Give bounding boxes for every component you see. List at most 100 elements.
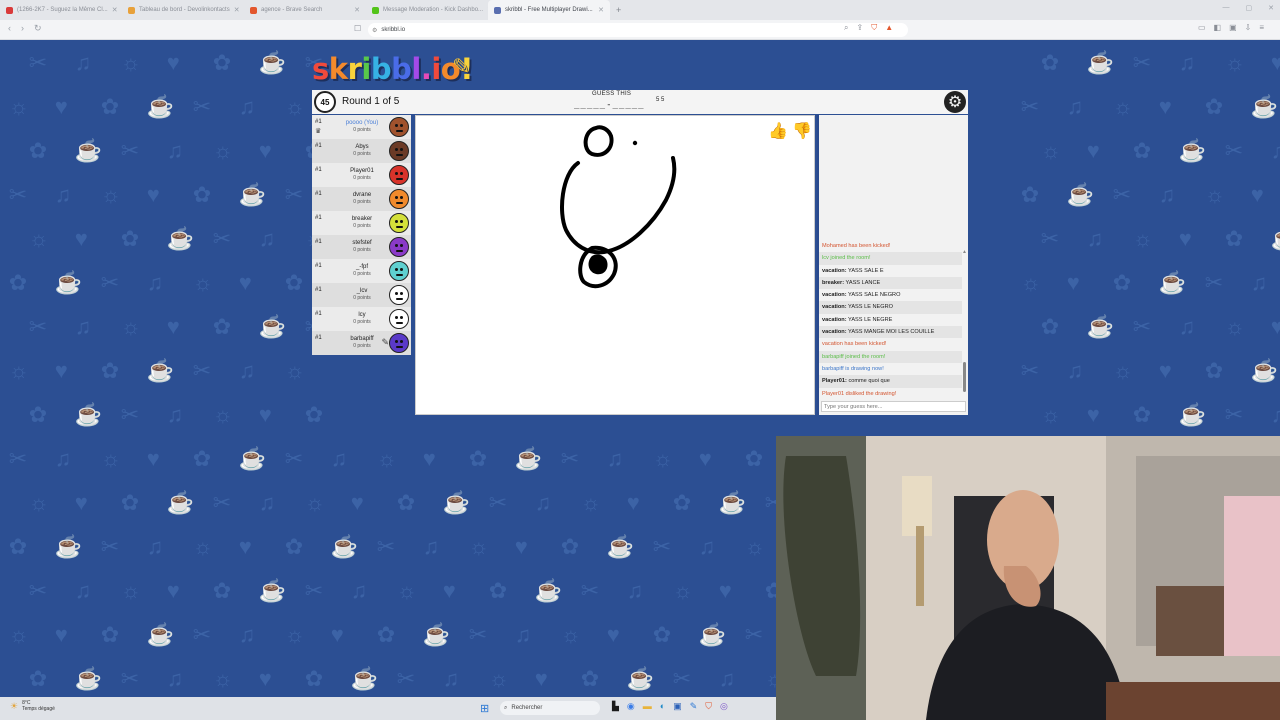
rewards-icon[interactable]: ▲ (885, 23, 893, 33)
doodle-icon: ♥ (74, 226, 88, 251)
thumbs-down-icon[interactable]: 👎 (792, 120, 812, 142)
tabs-icon[interactable]: ▣ (1229, 23, 1237, 32)
browser-tab[interactable]: (1266-2K7 - Suguez la Même Cl... ✕ (0, 0, 122, 20)
player-name: _-fpf (355, 264, 368, 270)
doodle-icon: ☕ (1250, 94, 1279, 119)
drawing-canvas[interactable]: 👍 👎 (415, 115, 815, 415)
doodle-icon: ☕ (514, 446, 543, 471)
share-icon[interactable]: ⇪ (856, 23, 863, 33)
reload-icon[interactable]: ↻ (34, 23, 42, 34)
app-icon[interactable]: ◎ (720, 701, 728, 712)
doodle-icon: ☼ (652, 446, 673, 471)
player-row[interactable]: #1 _-fpf 0 points (312, 259, 411, 283)
doodle-icon: ♥ (442, 578, 456, 603)
windows-start-icon[interactable]: ⊞ (480, 702, 489, 715)
doodle-icon: ♫ (238, 622, 256, 647)
bookmark-icon[interactable]: ☐ (354, 24, 361, 33)
logo-letter: i (361, 52, 371, 86)
site-info-icon[interactable]: ⚙ (372, 27, 377, 34)
doodle-icon: ☕ (146, 358, 175, 383)
taskbar-search[interactable]: ⌕ Rechercher (500, 701, 600, 715)
browser-tab[interactable]: skribbl - Free Multiplayer Drawi... ✕ (488, 0, 610, 20)
doodle-icon: ♫ (166, 138, 184, 163)
chat-message: breaker: YASS LANCE (819, 276, 962, 290)
player-row[interactable]: #1 ♛ poooo (You) 0 points (312, 115, 411, 139)
new-tab-button[interactable]: + (610, 5, 627, 15)
player-row[interactable]: #1 lcy 0 points (312, 307, 411, 331)
zoom-icon[interactable]: ⌕ (844, 23, 848, 33)
doodle-icon: ✿ (8, 270, 28, 295)
minimize-icon[interactable]: — (1223, 4, 1230, 12)
gear-icon[interactable]: ⚙ (944, 91, 966, 113)
doodle-icon: ♥ (238, 534, 252, 559)
browser-tab[interactable]: Tableau de bord - Devolinkontacts ✕ (122, 0, 244, 20)
weather-widget[interactable]: ☀ 8°C Temps dégagé (10, 700, 55, 712)
chat-messages: Mohamed has been kicked! lcv joined the r… (819, 240, 962, 400)
doodle-icon: ♫ (718, 666, 736, 691)
doodle-icon: ♥ (238, 270, 252, 295)
close-tab-icon[interactable]: ✕ (234, 6, 240, 14)
doodle-icon: ✿ (1112, 270, 1132, 295)
player-row[interactable]: #1 barbapiff 0 points ✎ (312, 331, 411, 355)
wallet-icon[interactable]: ▭ (1198, 23, 1206, 32)
doodle-icon: ♥ (1250, 182, 1264, 207)
doodle-icon: ✂ (1112, 182, 1132, 207)
brave-icon[interactable]: ⛉ (705, 701, 712, 712)
player-row[interactable]: #1 dvrane 0 points (312, 187, 411, 211)
doodle-icon: ☕ (330, 534, 359, 559)
doodle-icon: ♫ (330, 446, 348, 471)
doodle-icon: ☼ (28, 226, 49, 251)
doodle-icon: ☕ (1178, 138, 1207, 163)
close-tab-icon[interactable]: ✕ (112, 6, 118, 14)
doodle-icon: ☕ (718, 490, 747, 515)
doodle-icon: ✂ (1132, 314, 1152, 339)
player-row[interactable]: #1 stefstef 0 points (312, 235, 411, 259)
pen-app-icon[interactable]: ✎ (690, 701, 698, 712)
chat-message: barbapiff is drawing now! (819, 363, 962, 375)
doodle-icon: ✂ (1204, 270, 1224, 295)
sidebar-icon[interactable]: ◧ (1214, 23, 1222, 32)
address-bar[interactable]: ⚙ skribbl.io (368, 23, 908, 37)
player-points: 0 points (353, 247, 371, 253)
forward-icon[interactable]: › (21, 23, 24, 34)
back-icon[interactable]: ‹ (8, 23, 11, 34)
doodle-icon: ☼ (8, 358, 29, 383)
brave-shield-icon[interactable]: ⛉ (871, 23, 877, 33)
edge-icon[interactable]: ◐ (660, 701, 665, 712)
doodle-icon: ☕ (54, 270, 83, 295)
store-icon[interactable]: ▣ (673, 701, 682, 712)
close-window-icon[interactable]: ✕ (1268, 4, 1274, 12)
doodle-icon: ✂ (468, 622, 488, 647)
thumbs-up-icon[interactable]: 👍 (768, 120, 788, 142)
player-row[interactable]: #1 breaker 0 points (312, 211, 411, 235)
doodle-icon: ✿ (120, 226, 140, 251)
scroll-thumb[interactable] (963, 362, 966, 392)
scroll-up-icon[interactable]: ▲ (962, 249, 967, 255)
menu-icon[interactable]: ≡ (1259, 23, 1264, 32)
doodle-icon: ✿ (284, 270, 304, 295)
doodle-icon: ♥ (350, 490, 364, 515)
chrome-icon[interactable]: ◉ (627, 701, 635, 712)
folder-icon[interactable]: ▬ (643, 701, 652, 712)
close-tab-icon[interactable]: ✕ (354, 6, 360, 14)
player-row[interactable]: #1 _lcv 0 points (312, 283, 411, 307)
doodle-icon: ✂ (284, 446, 304, 471)
doodle-icon: ♫ (166, 402, 184, 427)
guess-label: GUESS THIS (592, 91, 632, 97)
close-tab-icon[interactable]: ✕ (598, 6, 604, 14)
player-row[interactable]: #1 Abys 0 points (312, 139, 411, 163)
timer-value: 45 (320, 97, 330, 107)
file-explorer-icon[interactable]: ▙ (612, 701, 619, 712)
doodle-icon: ✂ (120, 138, 140, 163)
browser-tab[interactable]: agence - Brave Search ✕ (244, 0, 366, 20)
player-rank: #1 (315, 167, 322, 173)
guess-input[interactable] (821, 401, 966, 412)
browser-tab[interactable]: Message Moderation - Kick Dashbo... ✕ (366, 0, 488, 20)
player-row[interactable]: #1 Player01 0 points (312, 163, 411, 187)
doodle-icon: ✂ (284, 182, 304, 207)
doodle-icon: ☼ (744, 534, 765, 559)
chat-scrollbar[interactable]: ▲ (962, 240, 967, 395)
doodle-icon: ☼ (120, 50, 141, 75)
maximize-icon[interactable]: ▢ (1246, 4, 1253, 12)
downloads-icon[interactable]: ⇩ (1245, 23, 1252, 32)
